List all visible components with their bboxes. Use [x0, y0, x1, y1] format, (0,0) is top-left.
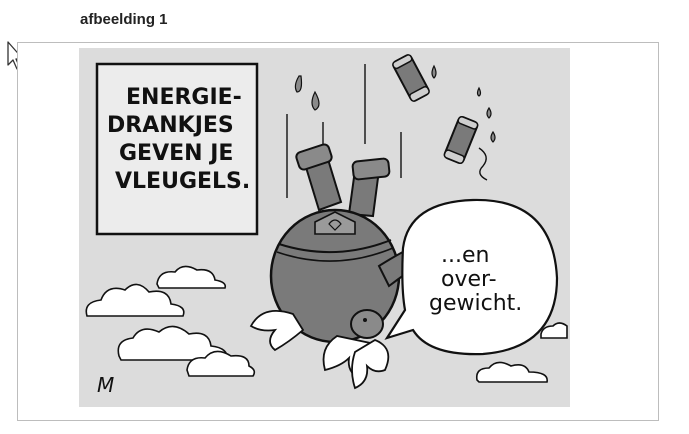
speech-line-1: ...en: [441, 243, 489, 268]
sign-line-2: DRANKJES: [107, 113, 234, 138]
cartoon-image: ENERGIE- DRANKJES GEVEN JE VLEUGELS. ...…: [79, 48, 570, 407]
character-head: [350, 309, 384, 339]
cartoon-svg: ENERGIE- DRANKJES GEVEN JE VLEUGELS. ...…: [79, 48, 570, 407]
speech-line-3: gewicht.: [429, 291, 522, 316]
artist-signature: M: [97, 373, 114, 397]
speech-line-2: over-: [441, 267, 497, 292]
sign-line-1: ENERGIE-: [126, 85, 242, 110]
sign-line-4: VLEUGELS.: [115, 169, 250, 194]
sign-line-3: GEVEN JE: [119, 141, 233, 166]
page-title: afbeelding 1: [80, 11, 168, 28]
